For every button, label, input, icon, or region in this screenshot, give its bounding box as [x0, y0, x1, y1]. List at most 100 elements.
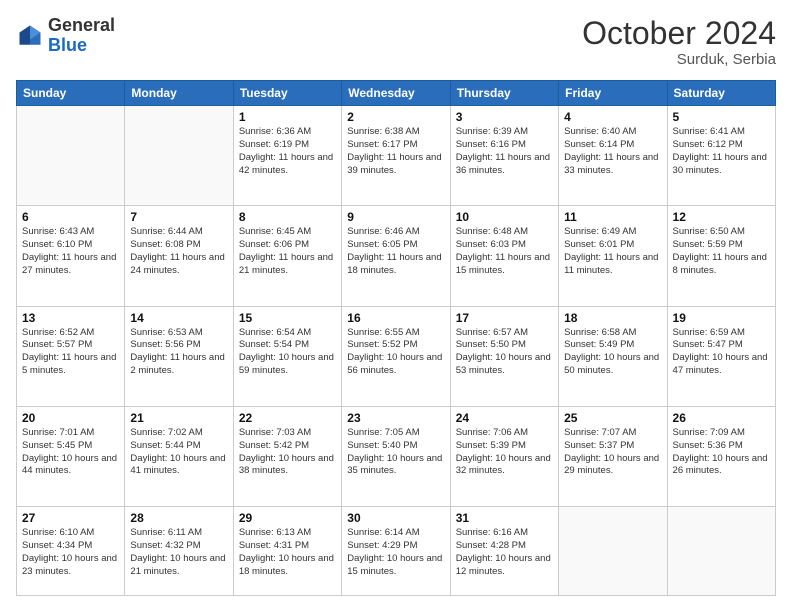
- day-info: Sunrise: 6:44 AMSunset: 6:08 PMDaylight:…: [130, 226, 227, 277]
- day-info: Sunrise: 7:09 AMSunset: 5:36 PMDaylight:…: [673, 427, 770, 478]
- weekday-header-row: Sunday Monday Tuesday Wednesday Thursday…: [17, 81, 776, 106]
- table-row: 15 Sunrise: 6:54 AMSunset: 5:54 PMDayligh…: [233, 306, 341, 406]
- day-info: Sunrise: 6:57 AMSunset: 5:50 PMDaylight:…: [456, 327, 553, 378]
- day-number: 12: [673, 210, 770, 224]
- day-number: 10: [456, 210, 553, 224]
- day-number: 28: [130, 511, 227, 525]
- calendar-row: 13 Sunrise: 6:52 AMSunset: 5:57 PMDayligh…: [17, 306, 776, 406]
- day-info: Sunrise: 6:13 AMSunset: 4:31 PMDaylight:…: [239, 527, 336, 578]
- day-info: Sunrise: 6:16 AMSunset: 4:28 PMDaylight:…: [456, 527, 553, 578]
- table-row: 30Sunrise: 6:14 AMSunset: 4:29 PMDayligh…: [342, 507, 450, 596]
- table-row: 28 Sunrise: 6:11 AMSunset: 4:32 PMDayligh…: [125, 507, 233, 596]
- day-number: 8: [239, 210, 336, 224]
- table-row: [667, 507, 775, 596]
- day-info: Sunrise: 7:01 AMSunset: 5:45 PMDaylight:…: [22, 427, 119, 478]
- table-row: 13 Sunrise: 6:52 AMSunset: 5:57 PMDayligh…: [17, 306, 125, 406]
- day-number: 23: [347, 411, 444, 425]
- table-row: [125, 106, 233, 206]
- logo: General Blue: [16, 16, 115, 56]
- table-row: 20Sunrise: 7:01 AMSunset: 5:45 PMDayligh…: [17, 406, 125, 506]
- day-info: Sunrise: 7:07 AMSunset: 5:37 PMDaylight:…: [564, 427, 661, 478]
- table-row: 26Sunrise: 7:09 AMSunset: 5:36 PMDayligh…: [667, 406, 775, 506]
- table-row: 31 Sunrise: 6:16 AMSunset: 4:28 PMDayligh…: [450, 507, 558, 596]
- table-row: 25 Sunrise: 7:07 AMSunset: 5:37 PMDayligh…: [559, 406, 667, 506]
- table-row: [559, 507, 667, 596]
- day-info: Sunrise: 7:02 AMSunset: 5:44 PMDaylight:…: [130, 427, 227, 478]
- calendar-row: 20Sunrise: 7:01 AMSunset: 5:45 PMDayligh…: [17, 406, 776, 506]
- day-number: 27: [22, 511, 119, 525]
- header-monday: Monday: [125, 81, 233, 106]
- table-row: 11Sunrise: 6:49 AMSunset: 6:01 PMDayligh…: [559, 206, 667, 306]
- table-row: 24Sunrise: 7:06 AMSunset: 5:39 PMDayligh…: [450, 406, 558, 506]
- day-info: Sunrise: 7:05 AMSunset: 5:40 PMDaylight:…: [347, 427, 444, 478]
- logo-general-text: General: [48, 15, 115, 35]
- day-info: Sunrise: 6:38 AMSunset: 6:17 PMDaylight:…: [347, 126, 444, 177]
- table-row: 22 Sunrise: 7:03 AMSunset: 5:42 PMDayligh…: [233, 406, 341, 506]
- logo-icon: [16, 22, 44, 50]
- table-row: 12 Sunrise: 6:50 AMSunset: 5:59 PMDayligh…: [667, 206, 775, 306]
- day-info: Sunrise: 6:58 AMSunset: 5:49 PMDaylight:…: [564, 327, 661, 378]
- page: General Blue October 2024 Surduk, Serbia…: [0, 0, 792, 612]
- day-info: Sunrise: 6:11 AMSunset: 4:32 PMDaylight:…: [130, 527, 227, 578]
- day-number: 13: [22, 311, 119, 325]
- table-row: 17 Sunrise: 6:57 AMSunset: 5:50 PMDayligh…: [450, 306, 558, 406]
- day-info: Sunrise: 6:14 AMSunset: 4:29 PMDaylight:…: [347, 527, 444, 578]
- table-row: 8 Sunrise: 6:45 AMSunset: 6:06 PMDaylight…: [233, 206, 341, 306]
- table-row: 7Sunrise: 6:44 AMSunset: 6:08 PMDaylight…: [125, 206, 233, 306]
- day-info: Sunrise: 6:10 AMSunset: 4:34 PMDaylight:…: [22, 527, 119, 578]
- header: General Blue October 2024 Surduk, Serbia: [16, 16, 776, 68]
- header-friday: Friday: [559, 81, 667, 106]
- day-number: 16: [347, 311, 444, 325]
- day-number: 18: [564, 311, 661, 325]
- day-number: 17: [456, 311, 553, 325]
- day-number: 2: [347, 110, 444, 124]
- day-number: 4: [564, 110, 661, 124]
- logo-blue-text: Blue: [48, 35, 87, 55]
- day-number: 15: [239, 311, 336, 325]
- day-info: Sunrise: 6:50 AMSunset: 5:59 PMDaylight:…: [673, 226, 770, 277]
- table-row: 2 Sunrise: 6:38 AMSunset: 6:17 PMDaylight…: [342, 106, 450, 206]
- location-title: Surduk, Serbia: [582, 51, 776, 68]
- table-row: 21 Sunrise: 7:02 AMSunset: 5:44 PMDayligh…: [125, 406, 233, 506]
- table-row: [17, 106, 125, 206]
- header-wednesday: Wednesday: [342, 81, 450, 106]
- day-number: 22: [239, 411, 336, 425]
- day-info: Sunrise: 6:39 AMSunset: 6:16 PMDaylight:…: [456, 126, 553, 177]
- day-info: Sunrise: 6:36 AMSunset: 6:19 PMDaylight:…: [239, 126, 336, 177]
- table-row: 1 Sunrise: 6:36 AMSunset: 6:19 PMDaylight…: [233, 106, 341, 206]
- calendar-table: Sunday Monday Tuesday Wednesday Thursday…: [16, 80, 776, 596]
- day-info: Sunrise: 6:52 AMSunset: 5:57 PMDaylight:…: [22, 327, 119, 378]
- day-info: Sunrise: 6:48 AMSunset: 6:03 PMDaylight:…: [456, 226, 553, 277]
- day-number: 25: [564, 411, 661, 425]
- day-info: Sunrise: 6:41 AMSunset: 6:12 PMDaylight:…: [673, 126, 770, 177]
- day-info: Sunrise: 6:40 AMSunset: 6:14 PMDaylight:…: [564, 126, 661, 177]
- day-info: Sunrise: 6:59 AMSunset: 5:47 PMDaylight:…: [673, 327, 770, 378]
- day-number: 31: [456, 511, 553, 525]
- table-row: 4 Sunrise: 6:40 AMSunset: 6:14 PMDaylight…: [559, 106, 667, 206]
- day-info: Sunrise: 6:54 AMSunset: 5:54 PMDaylight:…: [239, 327, 336, 378]
- day-info: Sunrise: 6:45 AMSunset: 6:06 PMDaylight:…: [239, 226, 336, 277]
- day-info: Sunrise: 6:43 AMSunset: 6:10 PMDaylight:…: [22, 226, 119, 277]
- day-number: 6: [22, 210, 119, 224]
- header-thursday: Thursday: [450, 81, 558, 106]
- table-row: 16 Sunrise: 6:55 AMSunset: 5:52 PMDayligh…: [342, 306, 450, 406]
- table-row: 9 Sunrise: 6:46 AMSunset: 6:05 PMDaylight…: [342, 206, 450, 306]
- logo-text: General Blue: [48, 16, 115, 56]
- day-number: 29: [239, 511, 336, 525]
- day-number: 9: [347, 210, 444, 224]
- day-info: Sunrise: 6:55 AMSunset: 5:52 PMDaylight:…: [347, 327, 444, 378]
- day-number: 14: [130, 311, 227, 325]
- table-row: 10 Sunrise: 6:48 AMSunset: 6:03 PMDayligh…: [450, 206, 558, 306]
- header-sunday: Sunday: [17, 81, 125, 106]
- table-row: 6 Sunrise: 6:43 AMSunset: 6:10 PMDaylight…: [17, 206, 125, 306]
- day-info: Sunrise: 6:46 AMSunset: 6:05 PMDaylight:…: [347, 226, 444, 277]
- day-info: Sunrise: 7:06 AMSunset: 5:39 PMDaylight:…: [456, 427, 553, 478]
- title-block: October 2024 Surduk, Serbia: [582, 16, 776, 68]
- day-number: 1: [239, 110, 336, 124]
- day-number: 19: [673, 311, 770, 325]
- table-row: 29 Sunrise: 6:13 AMSunset: 4:31 PMDayligh…: [233, 507, 341, 596]
- day-number: 21: [130, 411, 227, 425]
- table-row: 3Sunrise: 6:39 AMSunset: 6:16 PMDaylight…: [450, 106, 558, 206]
- day-info: Sunrise: 7:03 AMSunset: 5:42 PMDaylight:…: [239, 427, 336, 478]
- table-row: 19 Sunrise: 6:59 AMSunset: 5:47 PMDayligh…: [667, 306, 775, 406]
